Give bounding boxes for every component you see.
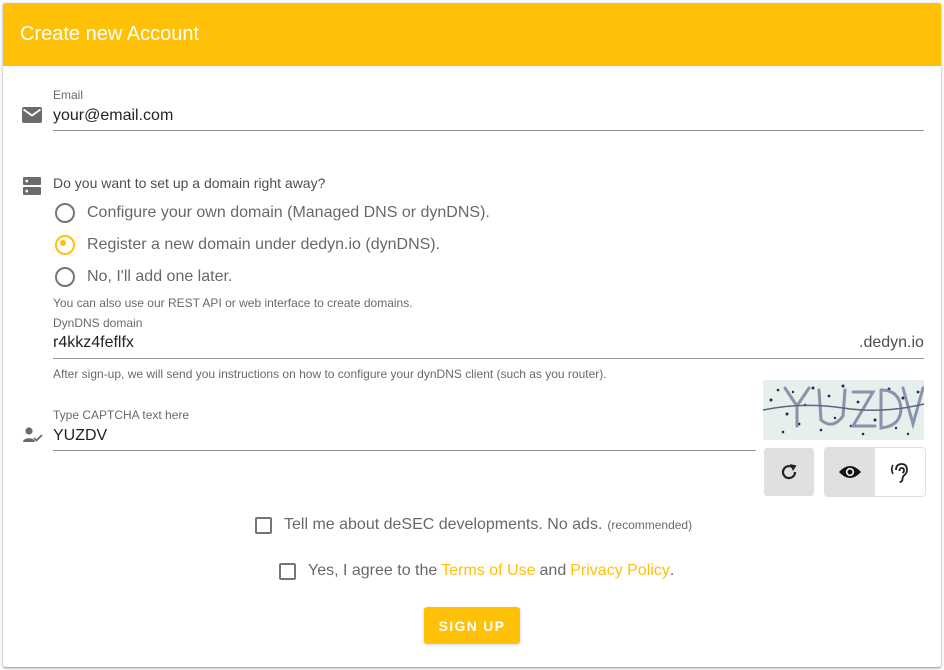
newsletter-checkbox-row[interactable]: Tell me about deSEC developments. No ads… xyxy=(255,516,692,534)
captcha-visual-button[interactable] xyxy=(825,448,875,496)
email-icon xyxy=(22,107,42,123)
radio-option-dedyn[interactable]: Register a new domain under dedyn.io (dy… xyxy=(55,235,440,255)
newsletter-note: (recommended) xyxy=(607,518,693,532)
privacy-policy-link[interactable]: Privacy Policy xyxy=(570,562,670,580)
dyndns-label: DynDNS domain xyxy=(53,316,143,330)
radio-option-later[interactable]: No, I'll add one later. xyxy=(55,267,232,287)
card-header: Create new Account xyxy=(3,3,941,66)
dyndns-underline xyxy=(53,358,924,359)
account-check-icon xyxy=(23,427,43,443)
terms-checkbox[interactable] xyxy=(279,562,296,580)
refresh-icon xyxy=(779,462,799,482)
captcha-audio-button[interactable] xyxy=(875,448,925,496)
terms-checkbox-row[interactable]: Yes, I agree to the Terms of Use and Pri… xyxy=(279,562,674,580)
captcha-image xyxy=(763,380,924,440)
radio-circle xyxy=(55,267,75,287)
captcha-label: Type CAPTCHA text here xyxy=(53,408,190,422)
captcha-refresh-button[interactable] xyxy=(764,448,814,496)
signup-card: Create new Account Email your@email.com … xyxy=(3,3,941,667)
radio-circle xyxy=(55,203,75,223)
radio-option-label: Register a new domain under dedyn.io (dy… xyxy=(87,236,441,253)
sign-up-button[interactable]: SIGN UP xyxy=(424,607,520,644)
terms-of-use-link[interactable]: Terms of Use xyxy=(441,562,535,580)
sign-up-label: SIGN UP xyxy=(438,617,506,634)
radio-option-label: Configure your own domain (Managed DNS o… xyxy=(87,204,490,221)
dyndns-suffix: .dedyn.io xyxy=(859,334,924,351)
ear-hearing-icon xyxy=(889,461,911,483)
email-label: Email xyxy=(53,88,84,102)
domain-question: Do you want to set up a domain right awa… xyxy=(53,175,326,191)
terms-prefix: Yes, I agree to the xyxy=(308,562,438,579)
radio-option-custom-domain[interactable]: Configure your own domain (Managed DNS o… xyxy=(55,203,490,223)
terms-and-text: and xyxy=(539,562,567,579)
email-field[interactable]: your@email.com xyxy=(53,107,923,129)
domain-hint: You can also use our REST API or web int… xyxy=(53,296,413,310)
page-title: Create new Account xyxy=(20,23,199,45)
radio-circle-selected xyxy=(55,235,75,255)
newsletter-checkbox[interactable] xyxy=(255,516,272,534)
dyndns-hint: After sign-up, we will send you instruct… xyxy=(53,367,607,381)
captcha-type-toggle xyxy=(825,448,925,496)
captcha-input[interactable]: YUZDV xyxy=(53,427,753,449)
eye-icon xyxy=(838,464,862,480)
newsletter-label: Tell me about deSEC developments. No ads… xyxy=(284,516,603,533)
email-underline xyxy=(53,130,924,131)
captcha-underline xyxy=(53,450,756,451)
dyndns-domain-field[interactable]: r4kkz4feflfx xyxy=(53,334,843,356)
radio-option-label: No, I'll add one later. xyxy=(87,268,233,285)
dns-server-icon xyxy=(23,177,41,195)
terms-suffix: . xyxy=(669,562,675,579)
